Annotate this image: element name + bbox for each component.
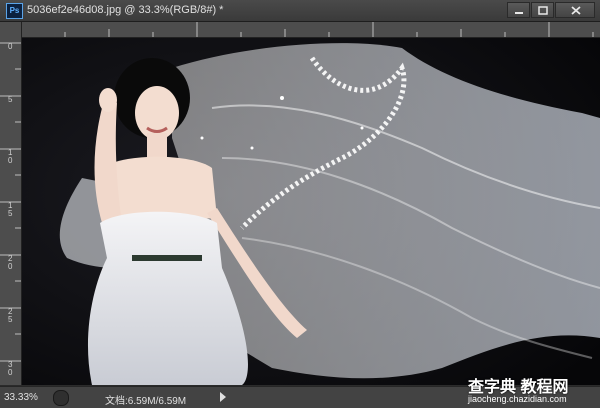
photoshop-icon: Ps	[6, 3, 23, 19]
ruler-label: 1 0	[8, 148, 13, 165]
ruler-label: 2 0	[8, 254, 13, 271]
status-info-icon[interactable]	[53, 390, 69, 406]
horizontal-ruler[interactable]	[20, 22, 600, 38]
vertical-ruler[interactable]: 0 5 1 0 1 5 2 0 2 5 3 0	[0, 22, 22, 385]
watermark-url: jiaocheng.chazidian.com	[468, 394, 567, 404]
maximize-button[interactable]	[531, 2, 554, 18]
status-menu-arrow-icon[interactable]	[220, 392, 226, 402]
zoom-level[interactable]: 33.33%	[4, 392, 38, 403]
ruler-label: 0	[8, 42, 13, 51]
bride-photo	[22, 38, 600, 385]
ruler-label: 3 0	[8, 360, 13, 377]
image-canvas[interactable]	[22, 38, 600, 385]
document-title: 5036ef2e46d08.jpg @ 33.3%(RGB/8#) *	[27, 4, 224, 16]
minimize-button[interactable]	[507, 2, 530, 18]
maximize-icon	[538, 6, 548, 15]
close-icon	[571, 6, 581, 15]
watermark: 查字典 教程网 jiaocheng.chazidian.com	[468, 373, 598, 406]
close-button[interactable]	[555, 2, 595, 18]
ruler-label: 5	[8, 95, 13, 104]
horizontal-ruler-ticks	[20, 22, 594, 37]
ruler-label: 1 5	[8, 201, 13, 218]
minimize-icon	[515, 12, 523, 14]
ruler-label: 2 5	[8, 307, 13, 324]
document-title-bar[interactable]: Ps 5036ef2e46d08.jpg @ 33.3%(RGB/8#) *	[0, 0, 600, 22]
document-size-info: 文档:6.59M/6.59M	[105, 396, 187, 407]
